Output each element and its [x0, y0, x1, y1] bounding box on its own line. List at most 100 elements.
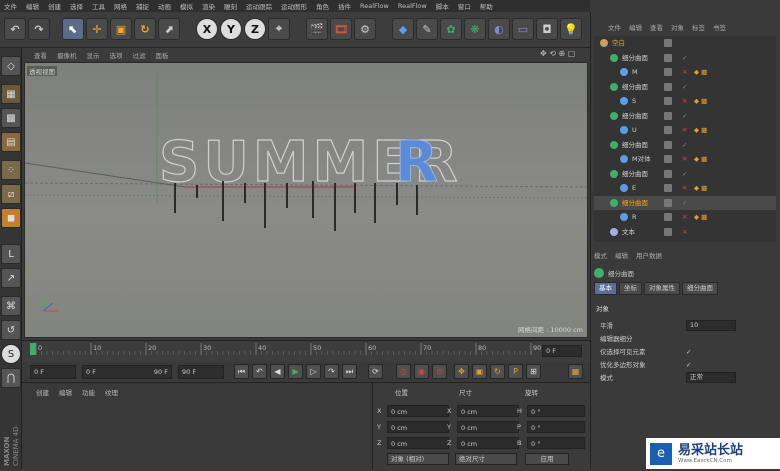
tag-icons[interactable]: ◆ ▩: [694, 65, 707, 79]
enable-toggle-icon[interactable]: ✓: [682, 138, 687, 152]
visibility-toggle-icon[interactable]: [664, 198, 672, 207]
enable-toggle-icon[interactable]: ✓: [682, 109, 687, 123]
tag-icons[interactable]: ◆ ▩: [694, 152, 707, 166]
enable-axis-icon[interactable]: L: [1, 244, 21, 264]
axis-z-button[interactable]: Z: [244, 18, 266, 40]
attribute-menu-item[interactable]: 模式: [594, 250, 607, 262]
live-select-icon[interactable]: ⬉: [62, 18, 84, 40]
attribute-tab[interactable]: 对象属性: [644, 282, 680, 295]
visibility-toggle-icon[interactable]: [664, 111, 672, 120]
viewport-menu-item[interactable]: 选项: [110, 50, 123, 60]
loop-icon[interactable]: ⟳: [368, 364, 383, 379]
redo-icon[interactable]: ↷: [28, 18, 50, 40]
viewport-menu-item[interactable]: 查看: [34, 50, 47, 60]
tag-icons[interactable]: ◆ ▩: [694, 181, 707, 195]
cloner-icon[interactable]: ❋: [464, 18, 486, 40]
menu-item[interactable]: 脚本: [436, 1, 449, 11]
rotation-field[interactable]: 0 °: [527, 405, 585, 417]
menu-item[interactable]: 插件: [338, 1, 351, 11]
visibility-toggle-icon[interactable]: [664, 140, 672, 149]
menu-item[interactable]: 网格: [114, 1, 127, 11]
deformer-icon[interactable]: ◐: [488, 18, 510, 40]
object-manager-menu-item[interactable]: 标签: [692, 22, 705, 32]
position-field[interactable]: 0 cm: [387, 421, 449, 433]
viewport-menu-item[interactable]: 显示: [87, 50, 100, 60]
visibility-toggle-icon[interactable]: [664, 227, 672, 236]
visibility-toggle-icon[interactable]: [664, 184, 672, 192]
menu-item[interactable]: 运动图形: [281, 1, 307, 11]
go-to-end-icon[interactable]: ⏭: [342, 364, 357, 379]
timeline[interactable]: 0 10 20 30 40 50 60 70 80 90 0 F: [22, 340, 590, 362]
enable-toggle-icon[interactable]: ✓: [682, 80, 687, 94]
menu-item[interactable]: 帮助: [480, 1, 493, 11]
rotate-icon[interactable]: ↻: [134, 18, 156, 40]
attribute-menu-item[interactable]: 用户数据: [636, 250, 662, 262]
previous-frame-icon[interactable]: ◀: [270, 364, 285, 379]
apply-button[interactable]: 应用: [525, 453, 569, 465]
key-position-icon[interactable]: ✥: [454, 364, 469, 379]
menu-item[interactable]: 模拟: [180, 1, 193, 11]
object-row[interactable]: 细分曲面 ✓: [594, 167, 776, 181]
object-manager-menu-item[interactable]: 查看: [650, 22, 663, 32]
axis-x-button[interactable]: X: [196, 18, 218, 40]
polygons-mode-icon[interactable]: ◼: [1, 208, 21, 228]
attribute-tab[interactable]: 基本: [594, 282, 617, 295]
menu-item[interactable]: 创建: [48, 1, 61, 11]
attribute-tab[interactable]: 细分曲面: [682, 282, 718, 295]
autokeying-icon[interactable]: ◉: [414, 364, 429, 379]
material-menu-item[interactable]: 创建: [36, 387, 49, 397]
current-frame-field[interactable]: 0 F: [542, 345, 582, 357]
visibility-toggle-icon[interactable]: [664, 39, 672, 47]
timeline-window-icon[interactable]: ▦: [568, 364, 583, 379]
menu-item[interactable]: 编辑: [26, 1, 39, 11]
points-mode-icon[interactable]: ⁘: [1, 160, 21, 180]
mode-dropdown[interactable]: 正常: [686, 372, 736, 383]
coordinate-mode-dropdown[interactable]: 对象 (相对): [387, 453, 449, 465]
object-row[interactable]: 细分曲面 ✓: [594, 195, 776, 210]
object-row[interactable]: U ✕ ◆ ▩: [594, 123, 776, 137]
object-row[interactable]: 空白: [594, 36, 776, 50]
enable-toggle-icon[interactable]: ✕: [682, 152, 687, 166]
key-scale-icon[interactable]: ▣: [472, 364, 487, 379]
visibility-toggle-icon[interactable]: [664, 169, 672, 178]
edges-mode-icon[interactable]: ⧄: [1, 184, 21, 204]
key-pla-icon[interactable]: ⊞: [526, 364, 541, 379]
tag-icons[interactable]: ◆ ▩: [694, 123, 707, 137]
attribute-checkbox[interactable]: ✓: [686, 346, 691, 358]
previous-key-icon[interactable]: ↶: [252, 364, 267, 379]
solo-icon[interactable]: S: [1, 344, 21, 364]
object-row[interactable]: E ✕ ◆ ▩: [594, 181, 776, 195]
model-mode-icon[interactable]: ▦: [1, 84, 21, 104]
make-editable-icon[interactable]: ◇: [1, 56, 21, 76]
attribute-tab[interactable]: 坐标: [619, 282, 642, 295]
start-frame-field[interactable]: 0 F: [30, 365, 76, 379]
floor-icon[interactable]: ▭: [512, 18, 534, 40]
visibility-toggle-icon[interactable]: [664, 53, 672, 62]
tweak-mode-icon[interactable]: ↗: [1, 268, 21, 288]
menu-item[interactable]: RealFlow: [398, 2, 427, 10]
magnet-icon[interactable]: ⋂: [1, 368, 21, 388]
enable-toggle-icon[interactable]: ✕: [682, 94, 687, 108]
menu-item[interactable]: 工具: [92, 1, 105, 11]
material-menu-item[interactable]: 纹理: [105, 387, 118, 397]
render-settings-icon[interactable]: ⚙: [354, 18, 376, 40]
key-rotation-icon[interactable]: ↻: [490, 364, 505, 379]
coordinate-system-icon[interactable]: ⌖: [268, 18, 290, 40]
menu-item[interactable]: 角色: [316, 1, 329, 11]
rotation-field[interactable]: 0 °: [527, 421, 585, 433]
menu-item[interactable]: 渲染: [202, 1, 215, 11]
menu-item[interactable]: 选择: [70, 1, 83, 11]
object-row[interactable]: S ✕ ◆ ▩: [594, 94, 776, 108]
attribute-menu-item[interactable]: 编辑: [615, 250, 628, 262]
viewport-menu-item[interactable]: 过滤: [133, 50, 146, 60]
enable-toggle-icon[interactable]: ✕: [682, 210, 687, 224]
undo-icon[interactable]: ↶: [4, 18, 26, 40]
camera-icon[interactable]: ◘: [536, 18, 558, 40]
keyframe-selection-icon[interactable]: ⊙: [432, 364, 447, 379]
smooth-field[interactable]: 10: [686, 320, 736, 331]
object-manager-menu-item[interactable]: 对象: [671, 22, 684, 32]
size-field[interactable]: 0 cm: [457, 405, 519, 417]
object-row[interactable]: 文本 ✕: [594, 225, 776, 239]
light-icon[interactable]: 💡: [560, 18, 582, 40]
render-picture-viewer-icon[interactable]: 🎞: [330, 18, 352, 40]
